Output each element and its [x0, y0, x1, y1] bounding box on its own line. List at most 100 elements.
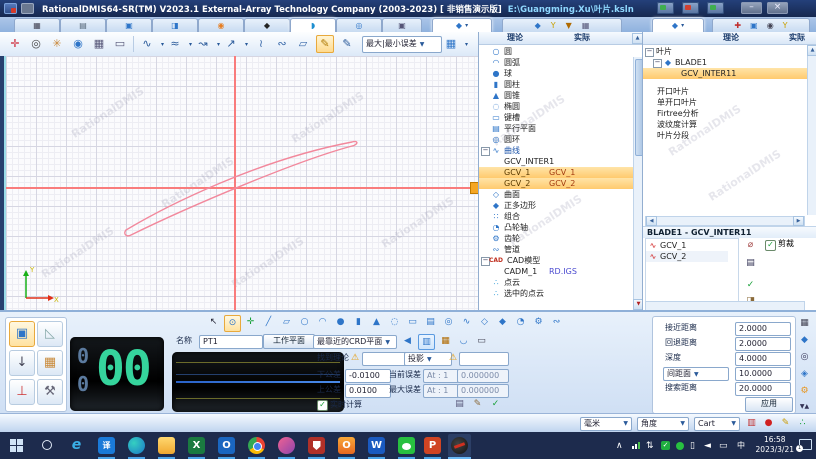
- cone-icon[interactable]: ▲: [369, 315, 384, 330]
- upper-tolerance-input[interactable]: 0.0100: [345, 384, 391, 398]
- right-panel-tab-blade[interactable]: ◆ ▾: [652, 18, 704, 32]
- probe-tool-icon[interactable]: ◆: [797, 333, 812, 347]
- mid-tab-monitor-icon[interactable]: ▦: [582, 21, 590, 30]
- tree-item-selected-point-cloud[interactable]: ∴ 选中的点云: [479, 288, 633, 299]
- machine-button[interactable]: ⚒: [37, 379, 63, 405]
- notification-icon[interactable]: 1: [796, 439, 812, 452]
- tree-item-gcv-1[interactable]: GCV_1 GCV_1: [479, 167, 633, 178]
- spacing-input[interactable]: 10.0000: [735, 367, 791, 381]
- tab-report[interactable]: ◨: [152, 18, 198, 32]
- found-theory-input[interactable]: [362, 352, 408, 366]
- monitor-view-icon[interactable]: ▭: [474, 334, 489, 348]
- tree-item-circle[interactable]: ○ 圆: [479, 46, 633, 57]
- caliper-button[interactable]: ◺: [37, 321, 63, 347]
- origin-app-icon[interactable]: O: [338, 437, 355, 454]
- slot-icon[interactable]: ▭: [405, 315, 420, 330]
- tree-item-ellipse[interactable]: ◌ 椭圆: [479, 101, 633, 112]
- approach-distance-input[interactable]: 2.0000: [735, 322, 791, 336]
- tree-item-gcv-inter1[interactable]: GCV_INTER1: [479, 156, 633, 167]
- edge-icon[interactable]: [128, 437, 145, 454]
- paint-app-icon[interactable]: [278, 437, 295, 454]
- tree-item-blade-root[interactable]: − 叶片: [643, 46, 807, 57]
- apply-check-icon[interactable]: ✓: [743, 278, 758, 292]
- scan-curve-icon[interactable]: ≈: [166, 35, 184, 53]
- tree-item-gear[interactable]: ⚙ 齿轮: [479, 233, 633, 244]
- tree-item-gcv-2[interactable]: GCV_2 GCV_2: [479, 178, 633, 189]
- tab-curve-active[interactable]: ◗: [290, 18, 336, 32]
- error-mode-dropdown[interactable]: 最大|最小误差 ▼: [362, 36, 442, 53]
- usb-icon[interactable]: ⇅: [646, 440, 654, 452]
- file-explorer-icon[interactable]: [158, 437, 175, 454]
- tree-item-surface[interactable]: ◇ 曲面: [479, 189, 633, 200]
- scan-curve-dropdown-arrow[interactable]: ▾: [189, 41, 192, 48]
- display-mode-icon[interactable]: ▭: [111, 35, 129, 53]
- spacing-mode-dropdown[interactable]: 间距面 ▼: [663, 367, 729, 381]
- graph-view-icon[interactable]: ▥: [418, 334, 435, 350]
- tree-item-cylinder[interactable]: ▮ 圆柱: [479, 79, 633, 90]
- zoom-window-icon[interactable]: ◎: [27, 35, 45, 53]
- tree-item-slot[interactable]: ▭ 键槽: [479, 112, 633, 123]
- right-tab-axes-icon[interactable]: ✚: [734, 21, 741, 30]
- magnifier-icon[interactable]: ◎: [797, 350, 812, 364]
- mid-panel-tab-features[interactable]: ◆ ▾: [432, 18, 492, 32]
- rationaldmis-taskbar-active[interactable]: [448, 434, 471, 457]
- path-icon[interactable]: ↝: [194, 35, 212, 53]
- confirm-icon[interactable]: ✓: [488, 397, 503, 411]
- tree-item-firtree-analysis[interactable]: Firtree分析: [643, 108, 807, 119]
- sphere-icon[interactable]: ●: [333, 315, 348, 330]
- status-chart-icon[interactable]: ▥: [744, 416, 759, 430]
- curve-icon[interactable]: ∿: [459, 315, 474, 330]
- speaker-icon[interactable]: ◄: [704, 440, 711, 452]
- tab-file[interactable]: ▦: [14, 18, 60, 32]
- blade-curve-gcv2[interactable]: ∿ GCV_2: [646, 251, 728, 262]
- start-button[interactable]: [8, 437, 25, 454]
- units-dropdown[interactable]: 毫米 ▼: [580, 417, 632, 431]
- point-icon[interactable]: ⊙: [224, 315, 241, 332]
- tree-item-polygon[interactable]: ◆ 正多边形: [479, 200, 633, 211]
- apply-button[interactable]: 应用: [745, 397, 793, 412]
- wechat-icon[interactable]: [398, 437, 415, 454]
- pen-icon[interactable]: ✎: [338, 35, 356, 53]
- table-view-icon[interactable]: ▦: [438, 334, 453, 348]
- probe-point-icon[interactable]: ↖: [206, 315, 221, 330]
- snapshot-icon[interactable]: ▦: [90, 35, 108, 53]
- word-icon[interactable]: W: [368, 437, 385, 454]
- tree-item-combine[interactable]: ∷ 组合: [479, 211, 633, 222]
- right-tab-window-icon[interactable]: ▣: [750, 21, 758, 30]
- section-icon[interactable]: ≀: [252, 35, 270, 53]
- settings-gear-icon[interactable]: ⚙: [797, 384, 812, 398]
- workplane-button[interactable]: 工作平面: [263, 334, 315, 349]
- tab-document[interactable]: ▤: [60, 18, 106, 32]
- tree-item-blade1[interactable]: − ◆ BLADE1: [643, 57, 807, 68]
- battery-icon[interactable]: ▯: [690, 440, 695, 452]
- security-shield-icon[interactable]: [308, 437, 325, 454]
- tree-item-torus[interactable]: ◎ 圆环: [479, 134, 633, 145]
- scroll-up-button[interactable]: ▲: [807, 45, 816, 56]
- ie-icon[interactable]: e: [68, 437, 85, 454]
- cylinder-icon[interactable]: ▮: [351, 315, 366, 330]
- tree-item-curve[interactable]: − ∿ 曲线: [479, 145, 633, 156]
- titlebar-tool-icon-3[interactable]: [707, 2, 724, 14]
- section2-icon[interactable]: ∾: [273, 35, 291, 53]
- tree-item-cadm-1[interactable]: CADM_1 RD.IGS: [479, 266, 633, 277]
- fixture-box-button[interactable]: ▦: [37, 350, 63, 376]
- line-icon[interactable]: ╱: [261, 315, 276, 330]
- wechat-tray-icon[interactable]: [676, 442, 684, 450]
- coord-dropdown[interactable]: Cart ▼: [694, 417, 740, 431]
- splitter-marker[interactable]: [470, 182, 478, 194]
- edit-stamp-icon[interactable]: ▤: [743, 256, 758, 270]
- translate-app-icon[interactable]: 译: [98, 437, 115, 454]
- view-eye-icon[interactable]: ◉: [69, 35, 87, 53]
- retract-distance-input[interactable]: 2.0000: [735, 337, 791, 351]
- right-tab-camera-icon[interactable]: ◉: [767, 21, 774, 30]
- tree-item-camshaft[interactable]: ◔ 凸轮轴: [479, 222, 633, 233]
- tree-item-single-open-blade[interactable]: 单开口叶片: [643, 97, 807, 108]
- search-distance-input[interactable]: 20.0000: [735, 382, 791, 396]
- clamp-icon[interactable]: ◡: [456, 334, 471, 348]
- pan-hand-icon[interactable]: ✳: [48, 35, 66, 53]
- crd-plane-dropdown[interactable]: 最靠近的CRD平面 ▼: [313, 335, 397, 349]
- lower-tolerance-input[interactable]: -0.0100: [345, 369, 391, 383]
- tree-item-cone[interactable]: ▲ 圆锥: [479, 90, 633, 101]
- teach-path-dropdown-arrow[interactable]: ▾: [245, 41, 248, 48]
- tab-color[interactable]: ◉: [198, 18, 244, 32]
